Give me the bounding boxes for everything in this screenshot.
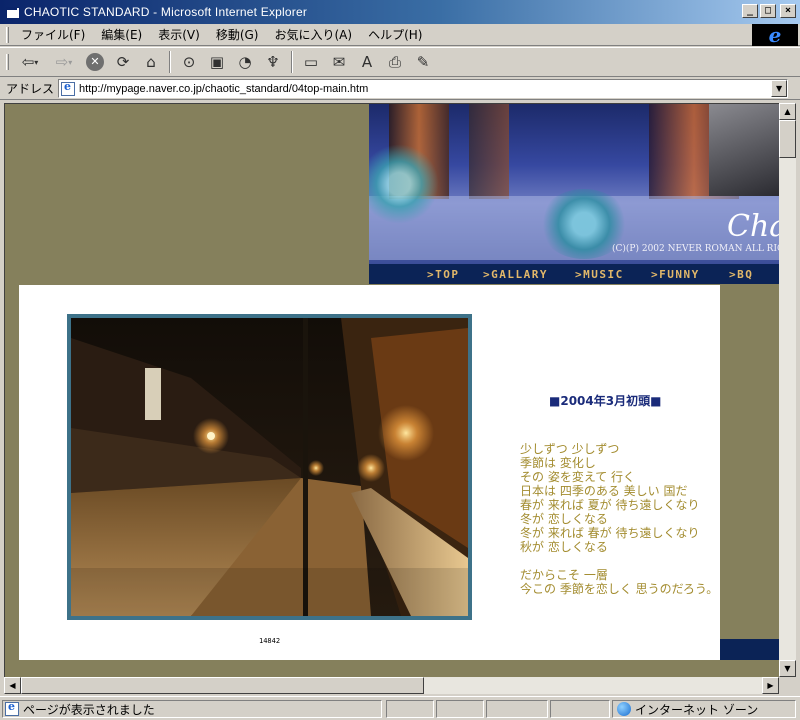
menu-favorites[interactable]: お気に入り(A) bbox=[266, 25, 360, 45]
menu-edit[interactable]: 編集(E) bbox=[93, 25, 150, 45]
minimize-button[interactable]: _ bbox=[742, 4, 758, 18]
ie-logo: e bbox=[752, 24, 798, 46]
window-title: CHAOTIC STANDARD - Microsoft Internet Ex… bbox=[24, 5, 308, 19]
menu-view[interactable]: 表示(V) bbox=[150, 25, 208, 45]
poem-text: 少しずつ 少しずつ 季節は 変化し その 姿を変えて 行く 日本は 四季のある … bbox=[520, 442, 718, 596]
poem-line: 冬が 来れば 春が 待ち遠しくなり bbox=[520, 526, 700, 540]
scroll-up-button[interactable]: ▲ bbox=[779, 103, 796, 120]
menu-bar: ファイル(F) 編集(E) 表示(V) 移動(G) お気に入り(A) ヘルプ(H… bbox=[0, 24, 800, 46]
header-banner: Cha (C)(P) 2002 NEVER ROMAN ALL RIG bbox=[369, 104, 779, 264]
poem-line: 今この 季節を恋しく 思うのだろう。 bbox=[520, 582, 719, 596]
street-photo bbox=[67, 314, 472, 620]
toolbar-separator bbox=[291, 51, 293, 73]
favorites-icon[interactable]: ▣ bbox=[205, 50, 229, 74]
address-url[interactable]: http://mypage.naver.co.jp/chaotic_standa… bbox=[79, 83, 368, 95]
globe-icon bbox=[617, 702, 631, 716]
status-panel bbox=[486, 700, 548, 718]
nav-top[interactable]: >TOP bbox=[427, 268, 460, 281]
poem-line: 季節は 変化し bbox=[520, 456, 596, 470]
ie-logo-icon: e bbox=[768, 23, 782, 47]
address-bar: アドレス http://mypage.naver.co.jp/chaotic_s… bbox=[0, 78, 800, 100]
horizontal-scroll-thumb[interactable] bbox=[21, 677, 424, 694]
status-message-panel: ページが表示されました bbox=[2, 700, 382, 718]
status-bar: ページが表示されました インターネット ゾーン bbox=[0, 696, 800, 720]
poem-line: 春が 来れば 夏が 待ち遠しくなり bbox=[520, 498, 700, 512]
forward-icon[interactable]: ⇨ ▾ bbox=[49, 50, 79, 74]
poem-line: 少しずつ 少しずつ bbox=[520, 442, 620, 456]
horizontal-scrollbar[interactable]: ◀ ▶ bbox=[4, 677, 779, 694]
menu-grip[interactable] bbox=[6, 26, 9, 43]
visitor-counter: 14842 bbox=[259, 637, 281, 645]
font-icon[interactable]: A bbox=[355, 50, 379, 74]
poem-line: だからこそ 一層 bbox=[520, 568, 608, 582]
channels-icon[interactable]: ♆ bbox=[261, 50, 285, 74]
menu-file[interactable]: ファイル(F) bbox=[13, 25, 93, 45]
maximize-button[interactable]: □ bbox=[760, 4, 776, 18]
fullscreen-icon[interactable]: ▭ bbox=[299, 50, 323, 74]
banner-decoration bbox=[469, 104, 509, 199]
page-icon bbox=[61, 80, 76, 96]
edit-icon[interactable]: ✎ bbox=[411, 50, 435, 74]
status-text: ページが表示されました bbox=[23, 702, 155, 717]
poem-spacer bbox=[520, 554, 718, 568]
copyright-text: (C)(P) 2002 NEVER ROMAN ALL RIG bbox=[612, 244, 779, 254]
poem-line: 秋が 恋しくなる bbox=[520, 540, 608, 554]
page-viewport: Cha (C)(P) 2002 NEVER ROMAN ALL RIG >TOP… bbox=[4, 103, 779, 677]
nav-bq[interactable]: >BQ bbox=[729, 268, 753, 281]
toolbar-separator bbox=[169, 51, 171, 73]
scroll-down-button[interactable]: ▼ bbox=[779, 660, 796, 677]
footer-strip bbox=[720, 639, 779, 660]
banner-figure bbox=[709, 104, 779, 196]
nav-funny[interactable]: >FUNNY bbox=[651, 268, 700, 281]
poem-line: 日本は 四季のある 美しい 国だ bbox=[520, 484, 688, 498]
scroll-right-button[interactable]: ▶ bbox=[762, 677, 779, 694]
menu-go[interactable]: 移動(G) bbox=[208, 25, 267, 45]
vertical-scrollbar[interactable]: ▲ ▼ bbox=[779, 103, 796, 677]
address-dropdown-button[interactable]: ▼ bbox=[771, 80, 788, 97]
site-nav: >TOP >GALLARY >MUSIC >FUNNY >BQ bbox=[369, 264, 779, 284]
scroll-left-button[interactable]: ◀ bbox=[4, 677, 21, 694]
nav-music[interactable]: >MUSIC bbox=[575, 268, 624, 281]
status-panel bbox=[436, 700, 484, 718]
vertical-scroll-thumb[interactable] bbox=[779, 120, 796, 158]
history-icon[interactable]: ◔ bbox=[233, 50, 257, 74]
refresh-icon[interactable]: ⟳ bbox=[111, 50, 135, 74]
page-done-icon bbox=[5, 700, 19, 716]
toolbar: ⇦ ▾ ⇨ ▾ ✕ ⟳ ⌂ ⊙ ▣ ◔ ♆ ▭ ✉ A ⎙ ✎ bbox=[0, 47, 800, 77]
scrollbar-corner bbox=[779, 677, 796, 694]
poem-line: その 姿を変えて 行く bbox=[520, 470, 636, 484]
menu-help[interactable]: ヘルプ(H) bbox=[360, 25, 430, 45]
toolbar-grip[interactable] bbox=[6, 54, 9, 70]
close-button[interactable]: × bbox=[780, 4, 796, 18]
search-icon[interactable]: ⊙ bbox=[177, 50, 201, 74]
poem-title: ■2004年3月初頭■ bbox=[549, 394, 662, 408]
home-icon[interactable]: ⌂ bbox=[139, 50, 163, 74]
site-logo: Cha bbox=[727, 209, 779, 244]
window-controls: _ □ × bbox=[742, 4, 796, 18]
security-zone-panel[interactable]: インターネット ゾーン bbox=[612, 700, 796, 718]
status-panel bbox=[550, 700, 610, 718]
address-label: アドレス bbox=[6, 82, 55, 96]
print-icon[interactable]: ⎙ bbox=[383, 50, 407, 74]
main-content: 14842 ■2004年3月初頭■ 少しずつ 少しずつ 季節は 変化し その 姿… bbox=[19, 285, 720, 660]
address-input[interactable]: http://mypage.naver.co.jp/chaotic_standa… bbox=[58, 79, 789, 98]
window-app-icon[interactable] bbox=[4, 4, 20, 20]
mail-icon[interactable]: ✉ bbox=[327, 50, 351, 74]
zone-text: インターネット ゾーン bbox=[635, 702, 759, 717]
stop-icon[interactable]: ✕ bbox=[83, 50, 107, 74]
status-panel bbox=[386, 700, 434, 718]
title-bar: CHAOTIC STANDARD - Microsoft Internet Ex… bbox=[0, 0, 800, 24]
nav-gallary[interactable]: >GALLARY bbox=[483, 268, 548, 281]
poem-line: 冬が 恋しくなる bbox=[520, 512, 608, 526]
street-photo-illustration bbox=[71, 318, 468, 616]
back-icon[interactable]: ⇦ ▾ bbox=[15, 50, 45, 74]
